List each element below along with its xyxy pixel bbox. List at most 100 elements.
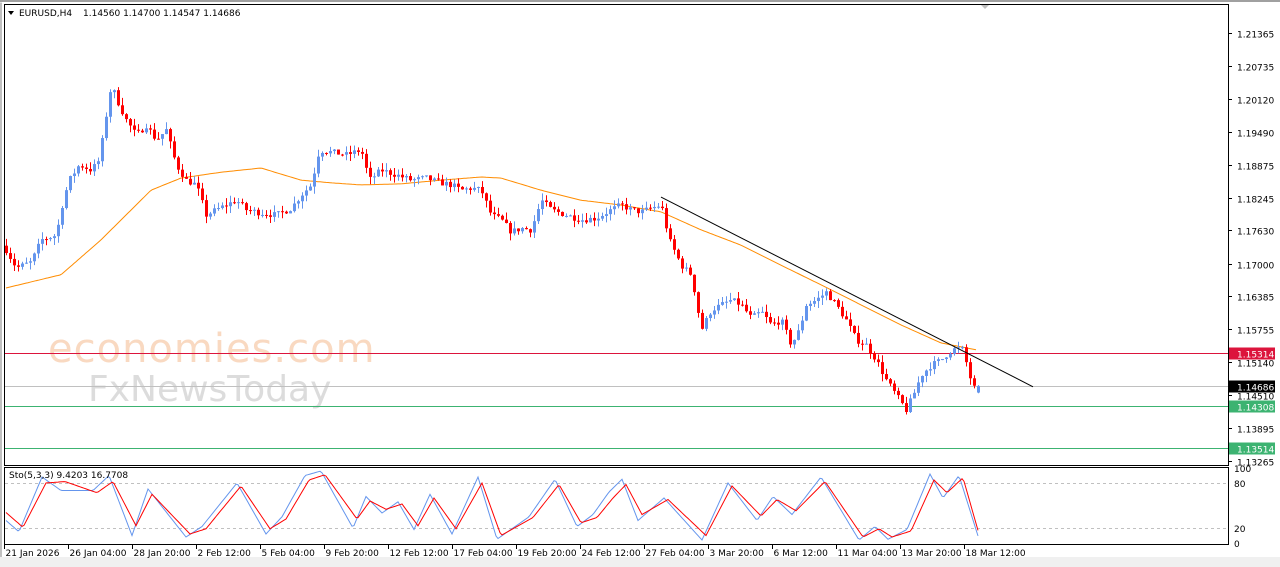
symbol-timeframe: EURUSD,H4 [19, 9, 72, 19]
candle-body-bull [21, 263, 24, 267]
candle-body-bull [581, 220, 584, 222]
candle-body-bull [473, 187, 476, 190]
time-label: 17 Feb 04:00 [454, 549, 513, 559]
candle-body-bull [421, 176, 424, 178]
candle-body-bull [305, 190, 308, 196]
candle-body-bull [729, 300, 732, 302]
candle-body-bear [549, 202, 552, 207]
time-label: 5 Feb 04:00 [262, 549, 316, 559]
candle-body-bull [909, 398, 912, 413]
window-top-border [0, 0, 1280, 2]
candle-body-bear [401, 174, 404, 178]
candle-body-bear [593, 217, 596, 221]
candle-body-bull [597, 218, 600, 221]
candle-body-bull [921, 375, 924, 383]
chart-background [0, 0, 1280, 567]
price-tick-label: 1.20120 [1237, 97, 1274, 107]
candle-body-bear [9, 253, 12, 259]
candle-body-bull [925, 370, 928, 376]
candle-body-bull [373, 176, 376, 178]
candle-body-bear [749, 311, 752, 315]
candle-body-bull [397, 174, 400, 177]
candle-body-bear [281, 211, 284, 213]
candle-body-bear [169, 129, 172, 142]
candle-body-bear [773, 322, 776, 324]
candle-body-bear [137, 129, 140, 131]
price-tick-label: 1.18245 [1237, 196, 1274, 206]
candle-body-bear [873, 353, 876, 360]
candle-body-bull [273, 212, 276, 217]
candle-body-bear [265, 214, 268, 216]
candle-body-bull [93, 164, 96, 172]
candle-body-bear [877, 359, 880, 363]
candle-body-bull [641, 209, 644, 214]
candle-body-bull [705, 318, 708, 329]
time-label: 2 Feb 12:00 [198, 549, 252, 559]
candle-body-bull [933, 361, 936, 370]
candle-body-bull [537, 209, 540, 222]
candle-body-bear [745, 304, 748, 312]
candle-body-bear [389, 170, 392, 175]
candle-body-bear [625, 204, 628, 210]
stochastic-label: Sto(5,3,3) 9.4203 16.7708 [9, 471, 128, 481]
candle-body-bear [885, 374, 888, 380]
candle-body-bull [145, 128, 148, 133]
candle-body-bear [5, 245, 8, 254]
candle-body-bear [661, 206, 664, 209]
candle-body-bear [637, 208, 640, 214]
candle-body-bear [737, 298, 740, 305]
candle-body-bear [765, 311, 768, 318]
stochastic-axis-label: 100 [1234, 465, 1251, 475]
candle-body-bull [33, 253, 36, 262]
candle-body-bear [85, 167, 88, 169]
candle-body-bull [813, 301, 816, 304]
candle-body-bull [913, 392, 916, 399]
candle-body-bull [277, 211, 280, 213]
candle-body-bear [973, 378, 976, 386]
candle-body-bull [757, 312, 760, 314]
candle-body-bear [849, 319, 852, 326]
candle-body-bear [449, 181, 452, 188]
candle-body-bull [941, 359, 944, 361]
candle-body-bear [461, 186, 464, 190]
candle-body-bear [365, 153, 368, 168]
candle-body-bull [521, 228, 524, 232]
candle-body-bull [65, 190, 68, 209]
candle-body-bear [529, 229, 532, 233]
candle-body-bear [173, 141, 176, 158]
price-tick-label: 1.16385 [1237, 294, 1274, 304]
price-tick-label: 1.17000 [1237, 262, 1274, 272]
candle-body-bear [897, 390, 900, 396]
candle-body-bear [509, 223, 512, 234]
candle-body-bull [565, 215, 568, 217]
candle-body-bear [969, 362, 972, 379]
candle-body-bear [361, 151, 364, 154]
candle-body-bull [213, 208, 216, 214]
candle-body-bull [709, 314, 712, 319]
candle-body-bear [153, 129, 156, 139]
candle-body-bull [613, 206, 616, 210]
candle-body-bear [893, 383, 896, 391]
candle-body-bull [533, 221, 536, 233]
time-label: 21 Jan 2026 [6, 549, 60, 559]
window-left-border [0, 2, 2, 567]
candle-body-bear [177, 157, 180, 170]
candle-body-bear [669, 228, 672, 240]
candle-body-bull [949, 353, 952, 358]
candle-body-bear [857, 332, 860, 344]
candle-body-bull [97, 161, 100, 165]
candle-body-bear [457, 183, 460, 187]
candle-body-bear [469, 188, 472, 190]
price-tick-label: 1.21365 [1237, 31, 1274, 41]
candle-body-bear [649, 207, 652, 209]
candle-body-bull [781, 319, 784, 325]
candle-body-bull [761, 311, 764, 313]
candle-body-bull [541, 200, 544, 210]
candle-body-bear [241, 202, 244, 204]
time-label: 3 Mar 20:00 [710, 549, 765, 559]
candle-body-bear [681, 258, 684, 269]
price-chart[interactable]: economies.com FxNewsToday 1.21365 1.20735… [0, 0, 1280, 567]
price-tag-label: 1.15314 [1237, 351, 1274, 361]
candle-body-bull [221, 205, 224, 209]
candle-body-bear [789, 329, 792, 345]
